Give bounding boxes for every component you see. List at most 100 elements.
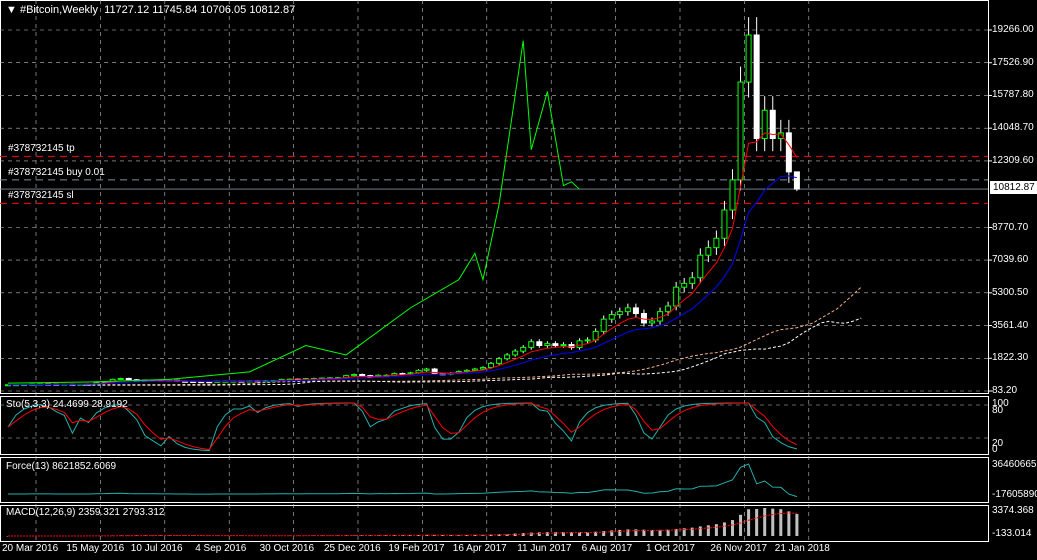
macd-bar	[706, 525, 710, 536]
macd-bar	[747, 509, 751, 536]
time-axis-label: 11 Jun 2017	[517, 543, 572, 554]
candle	[697, 254, 704, 279]
trade-line-label[interactable]: #378732145 tp	[8, 143, 75, 154]
candle	[117, 377, 124, 380]
time-axis-label: 15 May 2016	[66, 543, 125, 554]
sto-signal-line	[7, 402, 798, 450]
time-axis-label: 10 Jul 2016	[130, 543, 183, 554]
candle	[753, 34, 760, 140]
candle	[479, 367, 486, 370]
macd-axis-min: -133.014	[992, 528, 1032, 539]
current-price-label: 10812.87	[990, 181, 1037, 194]
macd-bar	[763, 508, 767, 536]
chart-canvas[interactable]	[0, 0, 1037, 560]
macd-bar	[658, 529, 662, 536]
candle	[528, 341, 535, 348]
macd-axis-max: 3374.368	[992, 505, 1034, 516]
time-axis-label: 6 Aug 2017	[581, 543, 633, 554]
sto-axis-80: 80	[992, 405, 1004, 416]
sto-label: Sto(5,3,3) 24.4699 28.9192	[6, 399, 128, 410]
macd-bar	[731, 520, 734, 536]
force-axis-max: 364606655	[992, 459, 1037, 470]
dropdown-icon[interactable]: ▼	[6, 4, 20, 16]
panel-frame-0	[0, 0, 989, 394]
candle	[729, 179, 736, 211]
ohlc-readout: 11727.12 11745.84 10706.05 10812.87	[104, 4, 296, 16]
candle	[471, 368, 478, 371]
ichimoku-span-b	[72, 317, 862, 386]
sto-axis-0: 0	[992, 444, 998, 455]
panel-frame-2	[0, 457, 989, 503]
price-axis-label: 3561.40	[992, 319, 1029, 331]
candle	[520, 346, 527, 352]
time-axis-label: 25 Dec 2016	[324, 543, 381, 554]
candle	[713, 237, 720, 249]
macd-bar	[626, 529, 630, 536]
time-axis-label: 30 Oct 2016	[259, 543, 315, 554]
macd-bar	[771, 508, 775, 536]
sto-main-line	[7, 402, 798, 452]
candle	[793, 171, 800, 190]
candle	[705, 247, 712, 256]
candle	[512, 350, 519, 356]
candle	[125, 377, 132, 381]
price-axis-label: 83.20	[992, 385, 1018, 396]
macd-bar	[537, 532, 541, 536]
price-axis-label: 5300.50	[992, 286, 1029, 298]
candle	[536, 341, 543, 347]
macd-bar	[795, 514, 799, 536]
macd-bar	[739, 514, 743, 536]
time-axis-label: 21 Jan 2018	[774, 543, 830, 554]
candle	[552, 343, 559, 347]
candle	[423, 368, 430, 371]
candle	[608, 313, 615, 320]
price-axis-label: 14048.70	[992, 122, 1034, 134]
candle	[351, 373, 358, 377]
chart-header: ▼ #Bitcoin,Weekly 11727.12 11745.84 1070…	[6, 4, 295, 16]
candle	[737, 81, 744, 181]
trade-line-label[interactable]: #378732145 buy 0.01	[8, 167, 105, 178]
time-axis-label: 26 Nov 2017	[710, 543, 768, 554]
time-axis-label: 16 Apr 2017	[452, 543, 507, 554]
candle	[785, 132, 792, 173]
candle	[745, 34, 752, 83]
candle	[544, 343, 551, 347]
force-line	[7, 463, 798, 498]
ma-fast-line	[7, 132, 798, 386]
symbol-label: #Bitcoin,Weekly	[19, 4, 99, 16]
candle	[689, 277, 696, 284]
macd-bar	[787, 511, 791, 536]
candle	[496, 358, 503, 364]
candle	[584, 339, 591, 342]
macd-label: MACD(12,26,9) 2359.321 2793.312	[6, 507, 165, 518]
candle	[504, 354, 511, 360]
candle	[488, 362, 494, 369]
candle	[560, 344, 567, 347]
candle	[359, 373, 366, 377]
price-axis-label: 1822.30	[992, 352, 1029, 364]
candle	[649, 320, 655, 324]
price-axis-label: 15787.80	[992, 89, 1034, 101]
candle	[624, 307, 631, 313]
time-axis-label: 20 Mar 2016	[2, 543, 59, 554]
macd-bar	[618, 529, 622, 536]
candle	[600, 318, 607, 332]
macd-bar	[722, 522, 726, 536]
force-label: Force(13) 8621852.6069	[6, 461, 117, 472]
macd-bar	[698, 526, 702, 536]
time-axis-label: 19 Feb 2017	[388, 543, 445, 554]
price-axis-label: 7039.60	[992, 254, 1029, 266]
macd-bar	[714, 524, 718, 536]
macd-bar	[755, 508, 759, 536]
candle	[576, 340, 583, 348]
force-axis-min: -17605890	[992, 489, 1037, 500]
price-axis-label: 12309.60	[992, 154, 1034, 166]
candle	[632, 307, 639, 315]
price-axis-label: 17526.90	[992, 56, 1034, 68]
candle	[616, 311, 623, 315]
trade-line-label[interactable]: #378732145 sl	[8, 190, 74, 201]
candle	[640, 313, 647, 324]
candle	[673, 286, 680, 307]
time-axis-label: 4 Sep 2016	[195, 543, 247, 554]
price-axis-label: 19266.00	[992, 24, 1034, 35]
